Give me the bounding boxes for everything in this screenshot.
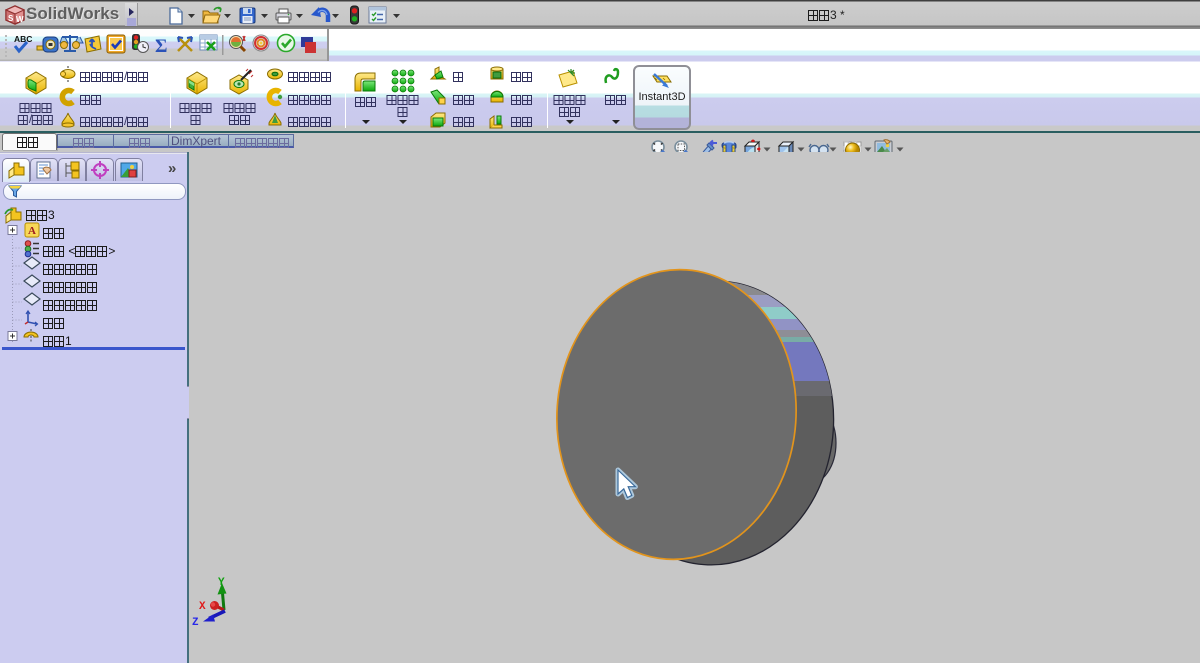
svg-text:Z: Z bbox=[192, 617, 199, 629]
svg-text:Σ: Σ bbox=[155, 36, 167, 57]
svg-text:A: A bbox=[28, 225, 36, 237]
svg-text:S: S bbox=[8, 14, 14, 23]
svg-text:Y: Y bbox=[218, 577, 225, 589]
svg-text:ABC: ABC bbox=[14, 34, 32, 44]
svg-text:W: W bbox=[16, 15, 24, 24]
svg-text:X: X bbox=[199, 601, 206, 613]
